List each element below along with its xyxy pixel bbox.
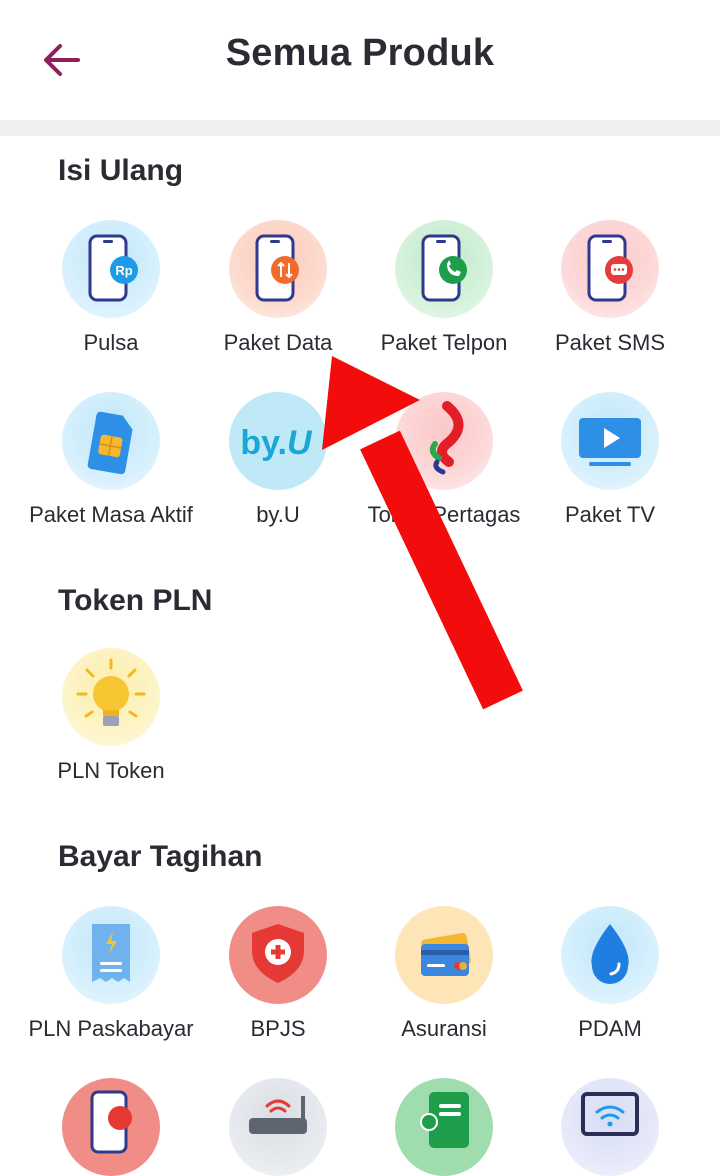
product-label: BPJS <box>250 1016 306 1041</box>
product-label: Token Pertagas <box>367 502 521 527</box>
product-label: Paket TV <box>564 502 656 527</box>
product-asuransi[interactable]: Asuransi <box>361 906 527 1042</box>
product-token-pertagas[interactable]: Token Pertagas <box>361 392 527 528</box>
product-paket-tv[interactable]: Paket TV <box>527 392 693 528</box>
wifi-router-icon <box>229 1078 327 1176</box>
product-paket-telpon[interactable]: Paket Telpon <box>361 220 527 356</box>
product-partial-3[interactable] <box>361 1078 527 1176</box>
wifi-tv-icon <box>561 1078 659 1176</box>
product-bpjs[interactable]: BPJS <box>195 906 361 1042</box>
page-title: Semua Produk <box>225 32 495 74</box>
product-label: by.U <box>256 502 300 527</box>
insurance-card-icon <box>395 906 493 1004</box>
product-pln-paskabayar[interactable]: PLN Paskabayar <box>28 906 194 1042</box>
light-bulb-icon <box>62 648 160 746</box>
bill-document-icon <box>395 1078 493 1176</box>
tv-play-icon <box>561 392 659 490</box>
phone-data-icon <box>229 220 327 318</box>
water-drop-icon <box>561 906 659 1004</box>
product-byu[interactable]: by.U by.U <box>195 392 361 528</box>
product-label: Paket Telpon <box>380 330 508 355</box>
product-pulsa[interactable]: Rp Pulsa <box>28 220 194 356</box>
electric-bill-icon <box>62 906 160 1004</box>
product-label: PDAM <box>578 1016 642 1041</box>
product-label: Paket Data <box>223 330 333 355</box>
product-paket-data[interactable]: Paket Data <box>195 220 361 356</box>
product-label: Pulsa <box>83 330 139 355</box>
product-paket-sms[interactable]: Paket SMS <box>527 220 693 356</box>
product-label: Paket Masa Aktif <box>29 502 193 527</box>
product-label: PLN Paskabayar <box>28 1016 194 1041</box>
product-label: Asuransi <box>401 1016 487 1041</box>
product-partial-4[interactable] <box>527 1078 693 1176</box>
section-title-isi-ulang: Isi Ulang <box>58 154 184 187</box>
product-partial-2[interactable] <box>195 1078 361 1176</box>
product-label: Paket SMS <box>554 330 666 355</box>
product-paket-masa-aktif[interactable]: Paket Masa Aktif <box>28 392 194 528</box>
section-title-bayar-tagihan: Bayar Tagihan <box>58 840 263 873</box>
phone-call-icon <box>395 220 493 318</box>
svg-text:Rp: Rp <box>115 263 132 278</box>
health-shield-icon <box>229 906 327 1004</box>
product-pdam[interactable]: PDAM <box>527 906 693 1042</box>
product-pln-token[interactable]: PLN Token <box>28 648 194 784</box>
section-title-token-pln: Token PLN <box>58 584 213 617</box>
product-partial-1[interactable] <box>28 1078 194 1176</box>
phone-sms-icon <box>561 220 659 318</box>
phone-rp-icon: Rp <box>62 220 160 318</box>
svg-text:by.U: by.U <box>240 424 313 462</box>
phone-bill-icon <box>62 1078 160 1176</box>
product-label: PLN Token <box>57 758 165 783</box>
sim-card-icon <box>62 392 160 490</box>
header-divider <box>0 120 720 136</box>
pertagas-logo-icon <box>395 392 493 490</box>
byu-logo-icon: by.U <box>229 392 327 490</box>
app-header: Semua Produk <box>0 0 720 120</box>
